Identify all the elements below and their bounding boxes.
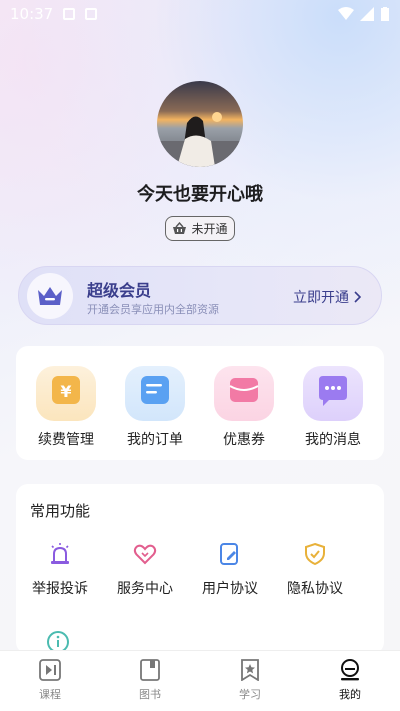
username: 今天也要开心哦 — [137, 184, 263, 205]
chevron-right-icon — [354, 291, 361, 303]
yen-icon: ¥ — [36, 366, 96, 421]
nav-item-study[interactable]: 学习 — [200, 651, 300, 711]
function-label: 用户协议 — [202, 581, 258, 597]
crown-icon — [38, 287, 62, 305]
function-label: 服务中心 — [117, 581, 173, 597]
signal-icon — [360, 7, 374, 21]
order-icon — [125, 366, 185, 421]
renewal-management-button[interactable]: ¥ 续费管理 — [26, 366, 106, 449]
quick-actions-card: ¥ 续费管理 我的订单 优惠券 我的消息 — [16, 346, 384, 460]
quick-action-label: 续费管理 — [38, 432, 94, 448]
download-notification-icon — [85, 8, 98, 20]
vip-status-label: 未开通 — [191, 222, 228, 236]
study-icon — [241, 659, 259, 681]
book-icon — [140, 659, 160, 681]
nav-item-mine[interactable]: 我的 — [300, 651, 400, 711]
avatar[interactable] — [157, 81, 243, 167]
course-icon — [39, 659, 61, 681]
wifi-icon — [338, 7, 354, 20]
function-label: 举报投诉 — [32, 581, 88, 597]
member-title: 超级会员 — [87, 281, 152, 300]
member-subtitle: 开通会员享应用内全部资源 — [87, 303, 219, 316]
document-edit-icon — [220, 543, 238, 565]
section-title: 常用功能 — [30, 502, 91, 520]
nav-item-books[interactable]: 图书 — [100, 651, 200, 711]
nav-item-course[interactable]: 课程 — [0, 651, 100, 711]
bottom-navigation: 课程 图书 学习 我的 — [0, 650, 400, 711]
quick-action-label: 我的订单 — [127, 432, 183, 448]
gallery-notification-icon — [63, 8, 76, 20]
heart-icon — [133, 544, 157, 565]
user-agreement-button[interactable]: 用户协议 — [190, 542, 270, 598]
profile-icon — [341, 659, 359, 681]
quick-action-label: 我的消息 — [305, 432, 361, 448]
crown-icon-container — [27, 273, 73, 319]
quick-action-label: 优惠券 — [223, 432, 265, 448]
battery-icon — [381, 6, 389, 21]
avatar-photo — [157, 81, 243, 167]
super-member-banner[interactable]: 超级会员 开通会员享应用内全部资源 立即开通 — [18, 266, 382, 325]
basket-icon — [173, 222, 187, 234]
privacy-agreement-button[interactable]: 隐私协议 — [275, 542, 355, 598]
common-functions-card: 常用功能 举报投诉 服务中心 用户协议 隐私协议 — [16, 484, 384, 654]
function-label: 隐私协议 — [287, 581, 343, 597]
status-time: 10:37 — [10, 5, 54, 23]
report-complaint-button[interactable]: 举报投诉 — [20, 542, 100, 598]
open-membership-button[interactable]: 立即开通 — [293, 287, 361, 307]
message-icon — [303, 366, 363, 421]
status-bar: 10:37 — [0, 0, 400, 28]
nav-label: 我的 — [339, 688, 361, 701]
shield-check-icon — [305, 542, 325, 566]
alarm-icon — [51, 543, 69, 564]
service-center-button[interactable]: 服务中心 — [105, 542, 185, 598]
my-messages-button[interactable]: 我的消息 — [293, 366, 373, 449]
coupons-button[interactable]: 优惠券 — [204, 366, 284, 449]
my-orders-button[interactable]: 我的订单 — [115, 366, 195, 449]
coupon-icon — [214, 366, 274, 421]
vip-status-badge[interactable]: 未开通 — [165, 216, 235, 241]
nav-label: 图书 — [139, 688, 161, 701]
open-membership-label: 立即开通 — [293, 290, 349, 306]
nav-label: 课程 — [39, 688, 61, 701]
nav-label: 学习 — [239, 688, 261, 701]
svg-text:¥: ¥ — [60, 382, 71, 401]
